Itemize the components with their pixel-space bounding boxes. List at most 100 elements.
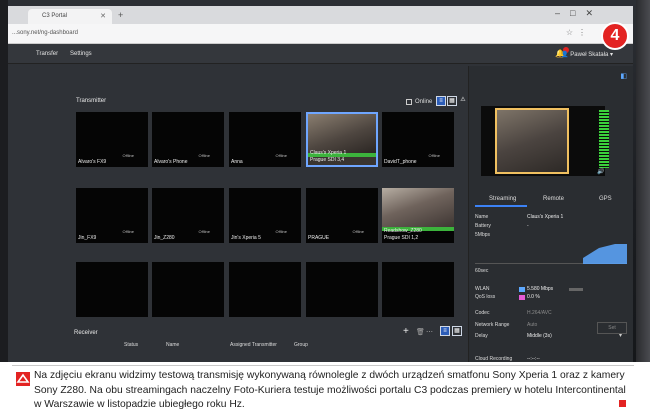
tab-remote[interactable]: Remote bbox=[543, 196, 564, 202]
transmitter-tile[interactable]: Anna Offline bbox=[229, 112, 301, 167]
online-checkbox[interactable] bbox=[406, 99, 412, 105]
receiver-col-assigned[interactable]: Assigned Transmitter bbox=[230, 342, 277, 348]
transmitter-tile[interactable]: Claus's Xperia 1 Prague SDI 3,4 bbox=[306, 112, 378, 167]
add-receiver-icon[interactable]: + bbox=[403, 326, 409, 337]
new-tab-icon[interactable]: + bbox=[118, 10, 123, 20]
battery-value: - bbox=[527, 223, 529, 229]
browser-tab-bar: C3 Portal ✕ + –□✕ bbox=[8, 6, 633, 24]
c3-portal-app: Transfer Settings 🔔 👤 Paweł Skatała ▾ Tr… bbox=[8, 22, 633, 362]
network-range-value[interactable]: Auto bbox=[527, 322, 537, 328]
transmitter-tile[interactable] bbox=[229, 262, 301, 317]
bitrate-area bbox=[583, 244, 627, 264]
tab-gps[interactable]: GPS bbox=[599, 196, 612, 202]
delay-select[interactable]: Middle (3s) bbox=[527, 333, 552, 339]
network-range-label: Network Range bbox=[475, 322, 510, 328]
transmitter-tile[interactable]: Readshow_Z280 Prague SDI 1,2 bbox=[382, 188, 454, 243]
receiver-col-group[interactable]: Group bbox=[294, 342, 308, 348]
detail-panel: ◧ 🔊 Streaming Remote GPS Name Claus's Xp… bbox=[468, 66, 633, 362]
transmitter-tile[interactable] bbox=[306, 262, 378, 317]
qos-label: QoS loss bbox=[475, 294, 496, 300]
close-tab-icon[interactable]: ✕ bbox=[100, 12, 106, 20]
warning-icon[interactable]: ⚠ bbox=[458, 96, 468, 106]
photo-caption: Na zdjęciu ekranu widzimy testową transm… bbox=[34, 370, 626, 411]
wlan-label: WLAN bbox=[475, 286, 490, 292]
active-tab-indicator bbox=[475, 205, 527, 207]
transmitter-destination: Prague SDI 3,4 bbox=[310, 157, 345, 163]
window-controls-icon[interactable]: –□✕ bbox=[555, 8, 603, 19]
tab-streaming[interactable]: Streaming bbox=[489, 196, 516, 202]
transmitter-tile[interactable] bbox=[382, 262, 454, 317]
callout-number-badge: 4 bbox=[601, 22, 629, 50]
receiver-grid-view-button[interactable]: ▦ bbox=[452, 326, 462, 336]
transmitter-tile[interactable]: PRAGUE Offline bbox=[306, 188, 378, 243]
transmitter-tile[interactable]: DavidT_phone Offline bbox=[382, 112, 454, 167]
preview-window: 🔊 bbox=[481, 106, 609, 176]
monitor-bezel-left bbox=[0, 0, 8, 362]
screen-photo: C3 Portal ✕ + –□✕ ...sony.net/ng-dashboa… bbox=[0, 0, 650, 362]
transmitter-status: Offline bbox=[428, 153, 441, 158]
caption-logo-icon bbox=[16, 372, 30, 386]
transmitter-name: Alvaro's FX9 bbox=[78, 159, 107, 165]
wlan-signal-bar bbox=[569, 288, 583, 291]
user-name: Paweł Skatała bbox=[570, 52, 609, 58]
transmitter-name: PRAGUE bbox=[308, 235, 330, 241]
trash-icon[interactable]: 🗑 bbox=[416, 328, 425, 336]
monitor-bezel-right bbox=[636, 0, 650, 362]
codec-label: Codec bbox=[475, 310, 490, 316]
transmitter-tile[interactable] bbox=[76, 262, 148, 317]
transmitter-tile[interactable]: Jin_Z280 Offline bbox=[152, 188, 224, 243]
transmitter-status: Offline bbox=[198, 229, 211, 234]
transmitter-tile[interactable]: Jin_FX9 Offline bbox=[76, 188, 148, 243]
transmitter-status: Offline bbox=[352, 229, 365, 234]
transmitter-tile[interactable] bbox=[152, 262, 224, 317]
bitrate-chart-svg bbox=[583, 244, 627, 264]
receiver-list-view-button[interactable]: ≡ bbox=[440, 326, 450, 336]
grid-view-button[interactable]: ▦ bbox=[447, 96, 457, 106]
transmitter-status: Offline bbox=[122, 153, 135, 158]
video-thumbnail bbox=[382, 188, 454, 228]
name-label: Name bbox=[475, 214, 489, 220]
transmitter-tile[interactable]: Alvaro's Phone Offline bbox=[152, 112, 224, 167]
speaker-icon[interactable]: 🔊 bbox=[597, 168, 604, 175]
receiver-title: Receiver bbox=[74, 330, 98, 336]
transmitter-destination: Prague SDI 1,2 bbox=[384, 235, 419, 241]
name-value: Claus's Xperia 1 bbox=[527, 214, 564, 220]
receiver-col-name[interactable]: Name bbox=[166, 342, 179, 348]
chart-bottom-label: 60sec bbox=[475, 268, 489, 274]
bitrate-chart bbox=[475, 238, 627, 264]
transmitter-tile[interactable]: Jin's Xperia 5 Offline bbox=[229, 188, 301, 243]
transmitter-name: Readshow_Z280 bbox=[384, 228, 422, 234]
codec-value: H.264/AVC bbox=[527, 310, 552, 316]
receiver-col-status[interactable]: Status bbox=[124, 342, 138, 348]
video-thumbnail bbox=[308, 114, 376, 154]
online-label: Online bbox=[415, 99, 433, 105]
battery-label: Battery bbox=[475, 223, 491, 229]
wlan-value: 5.580 Mbps bbox=[527, 286, 554, 292]
tab-title: C3 Portal bbox=[42, 13, 68, 19]
nav-transfer[interactable]: Transfer bbox=[36, 51, 58, 57]
transmitter-name: Jin_Z280 bbox=[154, 235, 175, 241]
qos-value: 0.0 % bbox=[527, 294, 540, 300]
transmitter-panel: Transmitter Online ≡ ▦ ⚠ Alvaro's FX9 Off… bbox=[62, 92, 468, 362]
transmitter-status: Offline bbox=[122, 229, 135, 234]
transmitter-title: Transmitter bbox=[76, 98, 107, 104]
more-icon[interactable]: ⋯ bbox=[426, 328, 433, 336]
list-view-button[interactable]: ≡ bbox=[436, 96, 446, 106]
transmitter-name: Anna bbox=[231, 159, 243, 165]
audio-meters bbox=[599, 110, 609, 168]
user-menu[interactable]: 👤 Paweł Skatała ▾ bbox=[561, 51, 613, 58]
address-bar[interactable]: ...sony.net/ng-dashboard ☆⋮ bbox=[8, 24, 633, 44]
transmitter-tile[interactable]: Alvaro's FX9 Offline bbox=[76, 112, 148, 167]
expand-panel-icon[interactable]: ◧ bbox=[620, 72, 627, 80]
preview-video bbox=[495, 108, 569, 174]
set-button[interactable]: Set bbox=[597, 322, 627, 334]
transmitter-name: Alvaro's Phone bbox=[154, 159, 188, 165]
wlan-legend-swatch bbox=[519, 287, 525, 292]
top-navigation: Transfer Settings 🔔 👤 Paweł Skatała ▾ bbox=[8, 44, 633, 64]
browser-toolbar-icons[interactable]: ☆⋮ bbox=[566, 28, 591, 37]
transmitter-status: Offline bbox=[275, 153, 288, 158]
browser-tab[interactable]: C3 Portal ✕ bbox=[28, 9, 112, 24]
qos-legend-swatch bbox=[519, 295, 525, 300]
url-text[interactable]: ...sony.net/ng-dashboard bbox=[12, 30, 78, 36]
nav-settings[interactable]: Settings bbox=[70, 51, 92, 57]
